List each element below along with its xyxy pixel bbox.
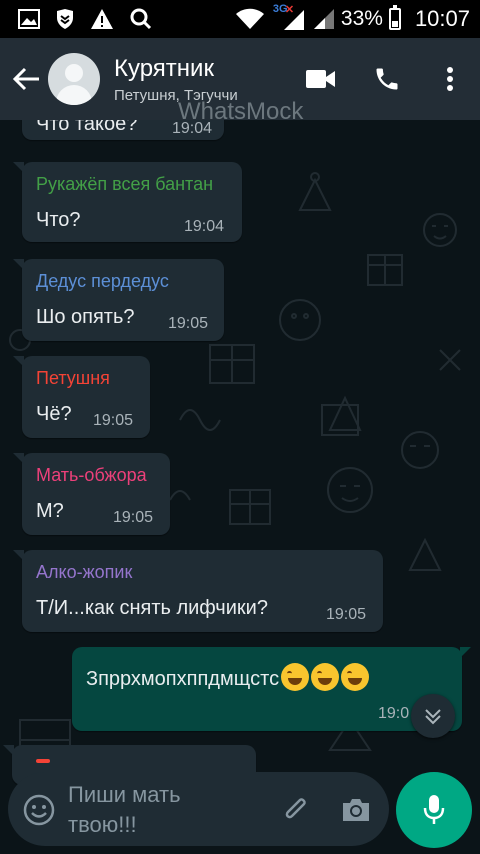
message-composer: Пиши мать твою!!!	[8, 772, 389, 846]
camera-icon	[343, 799, 369, 821]
chat-participants: Петушня, Тэгуччи	[114, 86, 238, 104]
message-list[interactable]: Что такое? 19:04 Рукажёп всея бантан Что…	[0, 120, 480, 854]
tears-of-joy-emoji-icon	[281, 663, 310, 691]
message-text-content: Зпррхмопхппдмщстс	[86, 668, 280, 690]
message-bubble[interactable]: Петушня Чё? 19:05	[13, 356, 150, 438]
message-bubble[interactable]: Алко-жопик Т/И...как снять лифчики? 19:0…	[13, 550, 383, 632]
phone-icon	[376, 68, 398, 90]
message-sender: Мать-обжора	[36, 465, 147, 485]
message-bubble[interactable]: Мать-обжора М? 19:05	[13, 453, 170, 535]
message-text: Что?	[36, 209, 81, 231]
camera-button[interactable]	[334, 788, 378, 832]
message-text: Чё?	[36, 403, 72, 425]
message-input[interactable]: Пиши мать твою!!!	[68, 780, 268, 840]
smiley-icon	[23, 794, 55, 826]
chat-title: Курятник	[114, 54, 214, 82]
signal-icon	[283, 10, 304, 30]
gallery-icon	[18, 7, 40, 31]
message-sender: Рукажёп всея бантан	[36, 174, 214, 194]
chat-title-block[interactable]: Курятник Петушня, Тэгуччи	[114, 55, 264, 104]
status-bar: 3G ✕ 33% 10:07	[0, 0, 480, 38]
message-sender-fragment	[36, 759, 50, 763]
search-icon	[130, 7, 152, 31]
video-call-button[interactable]	[288, 51, 354, 107]
message-text: Зпррхмопхппдмщстс	[86, 663, 370, 691]
wifi-icon	[235, 7, 265, 31]
message-bubble-outgoing[interactable]: Зпррхмопхппдмщстс 19:0	[72, 647, 471, 731]
battery-icon	[388, 5, 401, 30]
message-text: Шо опять?	[36, 306, 135, 328]
message-bubble[interactable]: Рукажёп всея бантан Что? 19:04	[13, 162, 242, 242]
message-time: 19:0	[378, 705, 410, 722]
clock: 10:07	[414, 6, 470, 31]
scroll-to-bottom-button[interactable]	[411, 694, 455, 738]
mobile-data-indicator: 3G ✕	[271, 3, 307, 33]
message-sender: Дедус пердедус	[36, 271, 169, 291]
microphone-icon	[423, 795, 445, 824]
message-time: 19:05	[93, 412, 134, 429]
tears-of-joy-emoji-icon	[341, 663, 370, 691]
message-time: 19:05	[168, 315, 209, 332]
chat-header: Курятник Петушня, Тэгуччи	[0, 38, 480, 120]
message-text: Что такое?	[36, 120, 138, 135]
shield-icon	[56, 7, 74, 31]
back-button[interactable]	[8, 55, 46, 103]
message-time: 19:04	[172, 120, 213, 137]
message-time: 19:05	[326, 606, 367, 623]
warning-icon	[90, 7, 114, 31]
more-options-button[interactable]	[420, 51, 480, 107]
voice-message-button[interactable]	[396, 772, 472, 848]
tears-of-joy-emoji-icon	[311, 663, 340, 691]
more-vertical-icon	[447, 67, 453, 91]
message-bubble[interactable]: Дедус пердедус Шо опять? 19:05	[13, 259, 224, 341]
attach-button[interactable]	[274, 788, 318, 832]
arrow-left-icon	[13, 67, 39, 91]
video-camera-icon	[306, 70, 335, 88]
group-avatar[interactable]	[48, 53, 100, 105]
message-time: 19:05	[113, 509, 154, 526]
message-text: Т/И...как снять лифчики?	[36, 597, 268, 619]
emoji-button[interactable]	[22, 793, 56, 827]
chevron-double-down-icon	[425, 709, 441, 725]
paperclip-icon	[285, 798, 306, 819]
message-text: М?	[36, 500, 64, 522]
message-bubble[interactable]: Что такое? 19:04	[22, 120, 224, 140]
message-time: 19:04	[184, 218, 225, 235]
battery-percent: 33%	[340, 7, 383, 30]
voice-call-button[interactable]	[354, 51, 420, 107]
signal-icon	[313, 7, 335, 31]
message-sender: Петушня	[36, 368, 110, 388]
message-sender: Алко-жопик	[36, 562, 133, 582]
